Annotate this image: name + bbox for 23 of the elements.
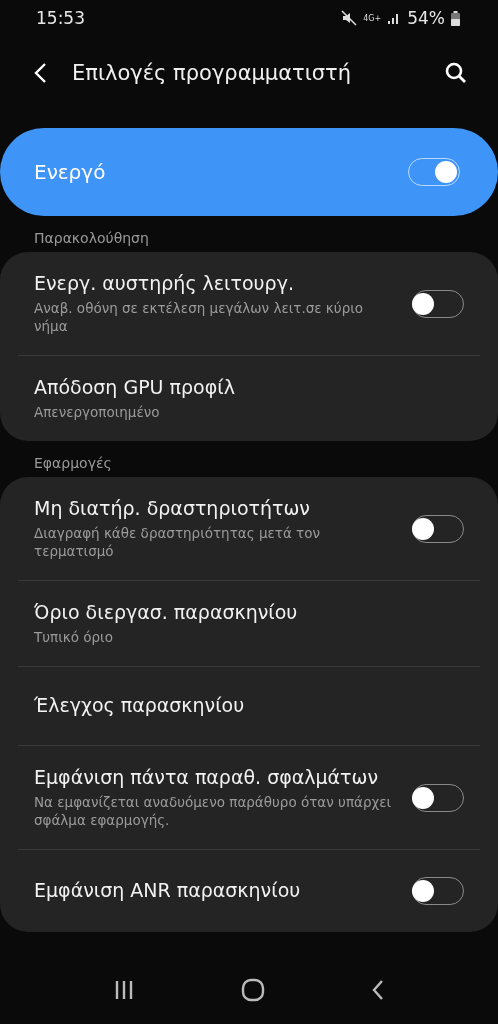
setting-description: Να εμφανίζεται αναδυόμενο παράθυρο όταν υπάρχει σφάλμα εφαρμογής. bbox=[34, 792, 393, 830]
setting-description: Τυπικό όριο bbox=[34, 628, 114, 647]
network-type-text: 4G+ bbox=[363, 13, 382, 23]
battery-percent-text: 54% bbox=[407, 8, 445, 28]
section-header: Εφαρμογές bbox=[33, 455, 113, 472]
setting-description: Αναβ. οθόνη σε εκτέλεση μεγάλων λειτ.σε κύριο νήμα bbox=[34, 298, 365, 336]
mute-icon bbox=[341, 10, 358, 26]
battery-icon bbox=[451, 10, 460, 26]
clock-text: 15:53 bbox=[36, 8, 85, 28]
master-switch-label: Ενεργό bbox=[34, 160, 106, 184]
setting-title[interactable]: Ενεργ. αυστηρής λειτουργ. bbox=[34, 272, 398, 296]
setting-title[interactable]: Εμφάνιση ANR παρασκηνίου bbox=[34, 879, 398, 904]
setting-description: Απενεργοποιημένο bbox=[34, 402, 161, 422]
setting-description: Διαγραφή κάθε δραστηριότητας μετά τον τερματισμό bbox=[34, 523, 322, 561]
setting-title[interactable]: Όριο διεργασ. παρασκηνίου bbox=[34, 601, 464, 626]
section-header: Παρακολούθηση bbox=[33, 230, 150, 246]
setting-title[interactable]: Εμφάνιση πάντα παραθ. σφαλμάτων bbox=[34, 766, 398, 790]
setting-title[interactable]: Απόδοση GPU προφίλ bbox=[34, 376, 464, 400]
setting-title[interactable]: Έλεγχος παρασκηνίου bbox=[34, 694, 464, 719]
back-icon bbox=[371, 979, 385, 1001]
setting-title[interactable]: Μη διατήρ. δραστηριοτήτων bbox=[34, 497, 398, 521]
back-icon bbox=[32, 62, 48, 84]
page-title: Επιλογές προγραμματιστή bbox=[72, 61, 353, 85]
